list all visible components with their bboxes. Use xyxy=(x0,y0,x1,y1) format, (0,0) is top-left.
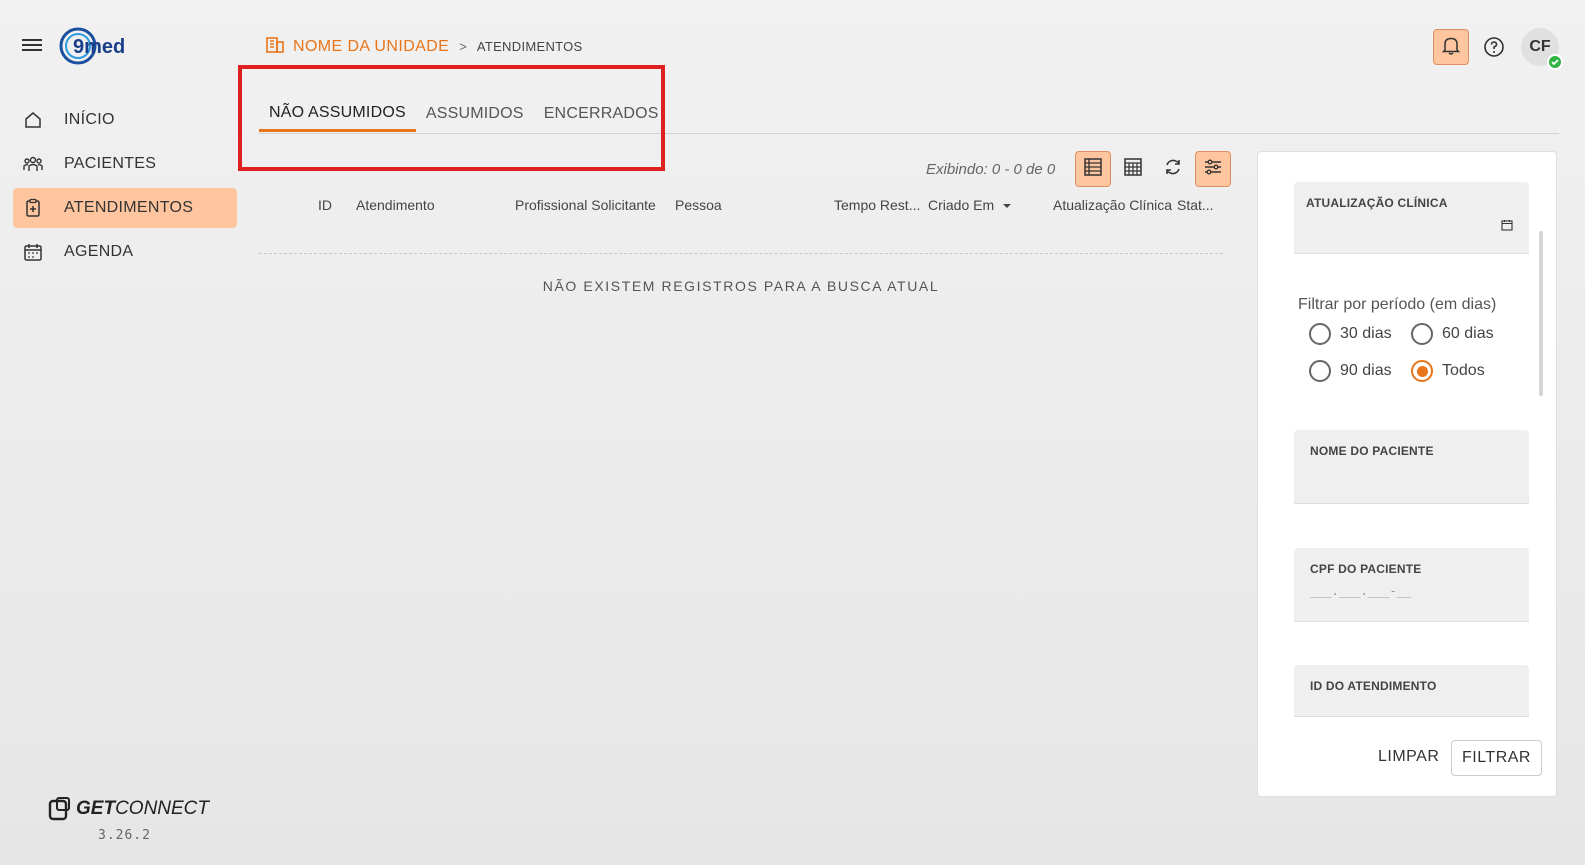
clipboard-plus-icon xyxy=(23,198,43,218)
topbar-actions: CF xyxy=(1433,28,1563,70)
clinical-update-field[interactable]: ATUALIZAÇÃO CLÍNICA xyxy=(1294,182,1529,254)
sidebar-item-label: PACIENTES xyxy=(64,155,157,172)
radio-label: 60 dias xyxy=(1442,325,1494,342)
column-header-pessoa[interactable]: Pessoa xyxy=(675,197,722,213)
grid-view-button[interactable] xyxy=(1115,151,1151,187)
breadcrumb-separator: > xyxy=(459,39,467,54)
period-filter-title: Filtrar por período (em dias) xyxy=(1298,296,1497,313)
breadcrumb: NOME DA UNIDADE > ATENDIMENTOS xyxy=(265,34,583,59)
attendance-id-field[interactable]: ID DO ATENDIMENTO xyxy=(1294,665,1529,717)
app-logo[interactable]: 9med xyxy=(58,24,128,68)
calendar-icon xyxy=(23,242,43,262)
filter-button[interactable]: FILTRAR xyxy=(1451,740,1542,776)
sidebar-nav: INÍCIO PACIENTES ATENDIMENTOS AGENDA xyxy=(13,100,237,276)
radio-circle xyxy=(1309,360,1331,382)
getconnect-icon xyxy=(48,797,70,821)
column-header-status[interactable]: Stat... xyxy=(1177,197,1214,213)
radio-label: Todos xyxy=(1442,362,1485,379)
notifications-button[interactable] xyxy=(1433,29,1469,65)
radio-label: 90 dias xyxy=(1340,362,1392,379)
radio-label: 30 dias xyxy=(1340,325,1392,342)
field-label: NOME DO PACIENTE xyxy=(1310,444,1434,458)
cpf-placeholder: ___.___.___-__ xyxy=(1310,584,1412,598)
online-status-icon xyxy=(1547,54,1563,70)
filter-panel: ATUALIZAÇÃO CLÍNICA Filtrar por período … xyxy=(1257,151,1557,797)
table-header: ID Atendimento Profissional Solicitante … xyxy=(259,197,1223,217)
list-view-button[interactable] xyxy=(1075,151,1112,187)
patient-name-field[interactable]: NOME DO PACIENTE xyxy=(1294,430,1529,504)
date-picker-icon[interactable] xyxy=(1501,218,1513,236)
column-header-atualizacao[interactable]: Atualização Clínica xyxy=(1053,197,1172,213)
field-label: ATUALIZAÇÃO CLÍNICA xyxy=(1306,196,1448,210)
column-header-id[interactable]: ID xyxy=(318,197,332,213)
column-header-label: Criado Em xyxy=(928,197,995,213)
help-icon[interactable] xyxy=(1483,36,1505,58)
field-label: CPF DO PACIENTE xyxy=(1310,562,1422,576)
building-icon xyxy=(265,34,285,59)
list-view-icon xyxy=(1083,157,1103,182)
brand-footer: GET CONNECT 3.26.2 xyxy=(48,796,218,843)
column-header-tempo[interactable]: Tempo Rest... xyxy=(834,197,920,213)
brand-bold: GET xyxy=(76,798,116,819)
sliders-icon xyxy=(1203,157,1223,182)
bell-icon xyxy=(1441,35,1461,60)
radio-circle-selected xyxy=(1411,360,1433,382)
tab-nao-assumidos[interactable]: NÃO ASSUMIDOS xyxy=(259,96,416,132)
sidebar-item-atendimentos[interactable]: ATENDIMENTOS xyxy=(13,188,237,228)
clear-button[interactable]: LIMPAR xyxy=(1374,742,1443,772)
column-header-criado-em[interactable]: Criado Em xyxy=(928,197,1012,213)
results-count: Exibindo: 0 - 0 de 0 xyxy=(926,160,1056,178)
sidebar-item-pacientes[interactable]: PACIENTES xyxy=(13,144,237,184)
refresh-icon xyxy=(1163,157,1183,182)
menu-icon[interactable] xyxy=(22,36,42,54)
logo-text: 9med xyxy=(73,36,125,58)
sidebar-item-label: INÍCIO xyxy=(64,111,115,128)
grid-view-icon xyxy=(1123,157,1143,182)
getconnect-logo: GET CONNECT xyxy=(48,796,218,822)
sidebar-item-label: AGENDA xyxy=(64,243,134,260)
tab-assumidos[interactable]: ASSUMIDOS xyxy=(416,96,534,132)
sidebar: 9med INÍCIO PACIENTES ATENDIMENTOS AGEND… xyxy=(0,0,250,865)
filter-panel-scrollbar[interactable] xyxy=(1539,231,1543,396)
radio-90-dias[interactable]: 90 dias xyxy=(1309,360,1392,382)
table-toolbar: Exibindo: 0 - 0 de 0 xyxy=(926,151,1235,187)
sort-caret-icon xyxy=(1002,197,1012,213)
sidebar-item-label: ATENDIMENTOS xyxy=(64,199,194,216)
radio-todos[interactable]: Todos xyxy=(1411,360,1485,382)
sidebar-item-agenda[interactable]: AGENDA xyxy=(13,232,237,272)
sidebar-item-inicio[interactable]: INÍCIO xyxy=(13,100,237,140)
tabs-divider xyxy=(259,133,1559,134)
brand-rest: CONNECT xyxy=(115,798,210,819)
status-tabs: NÃO ASSUMIDOS ASSUMIDOS ENCERRADOS xyxy=(259,96,669,132)
column-header-profissional[interactable]: Profissional Solicitante xyxy=(515,197,656,213)
column-header-atendimento[interactable]: Atendimento xyxy=(356,197,435,213)
field-label: ID DO ATENDIMENTO xyxy=(1310,679,1437,693)
home-icon xyxy=(23,110,43,130)
app-version: 3.26.2 xyxy=(98,828,151,843)
user-avatar[interactable]: CF xyxy=(1521,28,1563,70)
radio-circle xyxy=(1411,323,1433,345)
radio-circle xyxy=(1309,323,1331,345)
table-divider xyxy=(259,253,1223,254)
breadcrumb-page: ATENDIMENTOS xyxy=(476,39,583,54)
empty-state-message: NÃO EXISTEM REGISTROS PARA A BUSCA ATUAL xyxy=(542,278,940,294)
filter-toggle-button[interactable] xyxy=(1195,151,1232,187)
radio-30-dias[interactable]: 30 dias xyxy=(1309,323,1392,345)
patient-cpf-field[interactable]: CPF DO PACIENTE ___.___.___-__ xyxy=(1294,548,1529,622)
radio-60-dias[interactable]: 60 dias xyxy=(1411,323,1494,345)
refresh-button[interactable] xyxy=(1155,151,1191,187)
tab-encerrados[interactable]: ENCERRADOS xyxy=(534,96,669,132)
users-icon xyxy=(23,154,43,174)
avatar-initials: CF xyxy=(1529,38,1551,55)
breadcrumb-unit[interactable]: NOME DA UNIDADE xyxy=(293,38,449,56)
